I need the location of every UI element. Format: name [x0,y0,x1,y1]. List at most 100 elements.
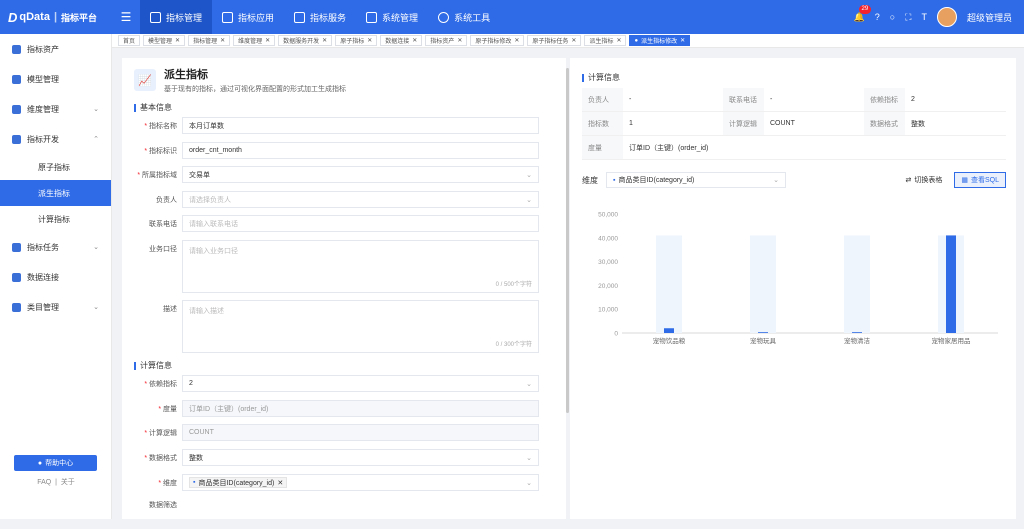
tab-model-manage[interactable]: 模型管理 ✕ [143,35,186,46]
close-icon[interactable]: ✕ [616,37,621,44]
logo-subtitle: 指标平台 [61,12,98,23]
font-size-icon[interactable]: T [921,12,927,22]
bar[interactable] [852,332,862,333]
dimension-icon [12,104,21,114]
dependency-metric-select[interactable]: 2 ⌄ [182,375,539,392]
sidebar-sub-atomic[interactable]: 原子指标 [0,154,111,180]
sidebar-item-metric-assets[interactable]: 指标资产 [0,34,111,64]
char-counter: 0 / 300个字符 [495,342,532,348]
sidebar-item-category-manage[interactable]: 类目管理 ⌄ [0,292,111,322]
derived-metric-form: 📈 派生指标 基于现有的指标，通过可视化界面配置的形式加工生成指标 基本信息 *… [122,58,566,519]
form-scrollbar[interactable] [566,68,569,413]
caliber-textarea[interactable]: 请输入业务口径 0 / 500个字符 [182,240,539,293]
bar[interactable] [946,235,956,333]
tab-atomic-metric[interactable]: 原子指标 ✕ [335,35,378,46]
char-counter: 0 / 500个字符 [495,282,532,288]
logo-text: qData [19,11,50,23]
tab-data-connection[interactable]: 数据连接 ✕ [380,35,423,46]
category-icon [12,302,21,312]
about-link[interactable]: 关于 [61,479,75,486]
close-icon[interactable]: ✕ [412,37,417,44]
tab-atomic-metric-edit[interactable]: 原子指标修改 ✕ [470,35,525,46]
bar[interactable] [758,332,768,333]
tab-derived-metric-edit[interactable]: ● 派生指标修改 ✕ [629,35,691,46]
chevron-down-icon: ⌄ [93,244,99,251]
chevron-down-icon: ⌄ [526,454,532,462]
view-sql-button[interactable]: ▦ 查看SQL [954,172,1006,188]
menu-toggle-icon[interactable]: ☰ [112,10,140,24]
dimension-tag: ▪ 商品类目ID(category_id) ✕ [189,477,288,488]
section-basic-title: 基本信息 [134,102,172,113]
close-icon[interactable]: ✕ [322,37,327,44]
logo-mark: D [8,9,18,25]
service-icon [294,11,306,23]
help-links: FAQ | 关于 [37,479,75,486]
tab-data-service-dev[interactable]: 数据服务开发 ✕ [278,35,333,46]
description-textarea[interactable]: 请输入描述 0 / 300个字符 [182,300,539,353]
dimension-select[interactable]: ▪ 商品类目ID(category_id) ✕ ⌄ [182,474,539,491]
close-icon[interactable]: ✕ [367,37,372,44]
sidebar-sub-calc[interactable]: 计算指标 [0,206,111,232]
chevron-down-icon: ⌄ [526,196,532,204]
data-format-select[interactable]: 整数 ⌄ [182,449,539,466]
help-circle-icon[interactable]: ? [875,12,880,22]
close-icon[interactable]: ✕ [277,479,283,487]
phone-input[interactable]: 请输入联系电话 [182,215,539,232]
bell-icon[interactable]: 🔔 29 [854,4,872,23]
connection-icon [12,272,21,282]
x-tick-label: 宠物清洁 [844,336,871,345]
switch-table-button[interactable]: ⇄ 切换表格 [899,175,948,185]
chevron-down-icon: ⌄ [526,479,532,487]
close-icon[interactable]: ✕ [457,37,462,44]
help-center-button[interactable]: ● 帮助中心 [14,455,97,471]
x-tick-label: 宠物玩具 [750,336,777,345]
tab-home[interactable]: 首页 [118,35,141,46]
tab-metric-manage[interactable]: 指标管理 ✕ [188,35,231,46]
page-subtitle: 基于现有的指标，通过可视化界面配置的形式加工生成指标 [164,86,346,93]
user-name[interactable]: 超级管理员 [967,11,1012,24]
info-row: 度量 订单ID（主键）(order_id) [582,136,1006,160]
fullscreen-icon[interactable]: ⛶ [905,12,911,23]
chevron-up-icon: ⌃ [93,136,99,143]
close-icon[interactable]: ✕ [220,37,225,44]
metric-code-input[interactable]: order_cnt_month [182,142,539,159]
info-row: 负责人 - 联系电话 - 依赖指标 2 [582,88,1006,112]
tab-dimension-manage[interactable]: 维度管理 ✕ [233,35,276,46]
owner-select[interactable]: 请选择负责人 ⌄ [182,191,539,208]
nav-metric-service[interactable]: 指标服务 [284,0,356,34]
sidebar-sub-derived[interactable]: 派生指标 [0,180,111,206]
metric-name-input[interactable]: 本月订单数 [182,117,539,134]
tab-metric-assets[interactable]: 指标资产 ✕ [425,35,468,46]
close-icon[interactable]: ✕ [571,37,576,44]
sidebar-item-data-connection[interactable]: 数据连接 [0,262,111,292]
calc-info-panel: 计算信息 负责人 - 联系电话 - 依赖指标 2 指标数 1 计算逻辑 COUNT 数据格… [570,58,1016,519]
faq-link[interactable]: FAQ [37,479,51,486]
close-icon[interactable]: ✕ [514,37,519,44]
search-icon[interactable]: ○ [890,12,895,22]
swap-icon: ⇄ [905,177,912,184]
close-icon[interactable]: ✕ [265,37,270,44]
sidebar-item-model-manage[interactable]: 模型管理 [0,64,111,94]
sidebar-item-dimension-manage[interactable]: 维度管理 ⌄ [0,94,111,124]
tab-derived-metric[interactable]: 派生指标 ✕ [584,35,627,46]
measure-input: 订单ID（主键）(order_id) [182,400,539,417]
close-icon[interactable]: ✕ [680,37,685,44]
tab-atomic-metric-task[interactable]: 原子指标任务 ✕ [527,35,582,46]
sidebar-item-metric-dev[interactable]: 指标开发 ⌃ [0,124,111,154]
chart-dimension-select[interactable]: ▪ 商品类目ID(category_id) ⌄ [606,172,786,188]
chevron-down-icon: ⌄ [526,380,532,388]
dev-icon [12,134,21,144]
nav-metric-manage[interactable]: 指标管理 [140,0,213,34]
nav-system-tools[interactable]: 系统工具 [428,0,500,34]
top-nav-bar: D qData | 指标平台 ☰ 指标管理 指标应用 指标服务 系统管理 系统工… [0,0,1024,34]
nav-metric-app[interactable]: 指标应用 [212,0,284,34]
bar-background [656,235,682,333]
notify-badge: 29 [858,4,872,14]
sidebar-item-metric-task[interactable]: 指标任务 ⌄ [0,232,111,262]
calc-info-table: 负责人 - 联系电话 - 依赖指标 2 指标数 1 计算逻辑 COUNT 数据格式 整数 度… [582,88,1006,160]
bar[interactable] [664,328,674,333]
avatar[interactable] [936,7,957,27]
nav-system-manage[interactable]: 系统管理 [356,0,428,34]
metric-domain-select[interactable]: 交易单 ⌄ [182,166,539,183]
close-icon[interactable]: ✕ [175,37,180,44]
